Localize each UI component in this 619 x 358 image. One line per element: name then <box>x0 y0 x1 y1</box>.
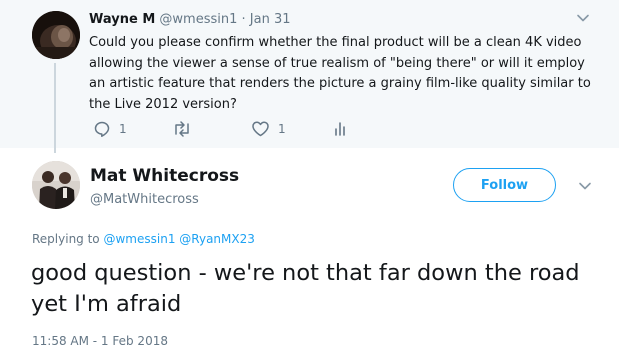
like-count: 1 <box>278 122 286 136</box>
tweet-text: good question - we're not that far down … <box>31 260 580 317</box>
parent-tweet-text: Could you please confirm whether the fin… <box>89 35 591 112</box>
reply-action[interactable]: 1 <box>93 120 127 138</box>
author-name[interactable]: Wayne M <box>89 12 155 27</box>
like-action[interactable]: 1 <box>251 120 286 138</box>
replying-to: Replying to @wmessin1 @RyanMX23 <box>32 232 255 246</box>
retweet-action[interactable] <box>172 120 200 138</box>
reply-icon <box>94 121 110 137</box>
parent-tweet-header: Wayne M @wmessin1 · Jan 31 <box>89 12 291 27</box>
meta-separator: · <box>241 12 246 27</box>
analytics-action[interactable] <box>333 120 347 138</box>
tweet-date[interactable]: Jan 31 <box>250 12 291 27</box>
parent-tweet[interactable]: Wayne M @wmessin1 · Jan 31 Could you ple… <box>0 0 619 153</box>
like-icon <box>252 121 269 137</box>
author-handle[interactable]: @wmessin1 <box>159 12 237 27</box>
mention-link[interactable]: @wmessin1 <box>103 232 175 246</box>
avatar[interactable] <box>32 11 80 59</box>
tweet-actions: 1 1 <box>0 120 619 142</box>
replying-prefix: Replying to <box>32 232 100 246</box>
tweet-timestamp[interactable]: 11:58 AM - 1 Feb 2018 <box>32 334 168 348</box>
author-handle[interactable]: @MatWhitecross <box>90 192 199 207</box>
reply-count: 1 <box>119 122 127 136</box>
chevron-down-icon[interactable] <box>576 10 590 24</box>
chevron-down-icon[interactable] <box>578 178 592 192</box>
avatar[interactable] <box>32 161 80 209</box>
avatar-image <box>32 11 80 59</box>
author-name[interactable]: Mat Whitecross <box>90 166 239 186</box>
mention-link[interactable]: @RyanMX23 <box>179 232 255 246</box>
follow-button[interactable]: Follow <box>453 168 556 202</box>
analytics-icon <box>335 122 345 136</box>
avatar-image <box>32 161 80 209</box>
retweet-icon <box>175 121 189 137</box>
